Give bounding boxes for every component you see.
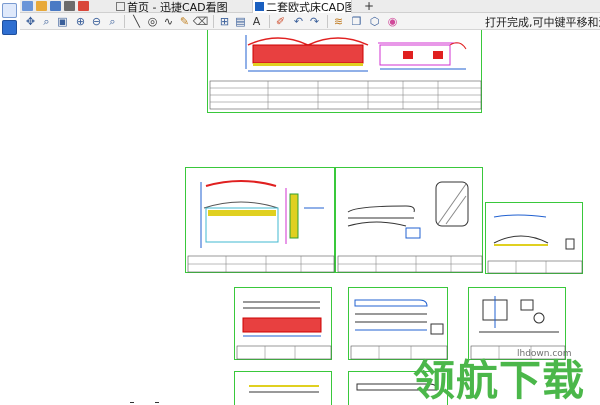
toolbar: ✥ ⌕ ▣ ⊕ ⊖ ⌕ ╲ ◎ ∿ ✎ ⌫ ⊞ ▤ A ✐ ↶ ↷ ≋ ❐ ⬡ … xyxy=(20,13,600,30)
cad-file-icon[interactable] xyxy=(2,20,17,35)
cad-viewer-window: 首页 - 迅捷CAD看图 二套欧式床CAD图 × + ✥ ⌕ ▣ ⊕ ⊖ ⌕ ╲… xyxy=(0,0,600,405)
pencil-icon[interactable]: ✎ xyxy=(178,15,191,28)
crown-detail-drawing xyxy=(487,214,583,274)
tab-home-label: 首页 - 迅捷CAD看图 xyxy=(127,0,228,14)
text-icon[interactable]: ▤ xyxy=(234,15,247,28)
circle-icon[interactable]: ◎ xyxy=(146,15,159,28)
drawing-sheet xyxy=(207,30,482,113)
drawing-sheet xyxy=(234,287,332,360)
cad-tab-icon xyxy=(255,2,264,11)
drawing-sheet xyxy=(185,167,335,273)
move-icon[interactable]: ✥ xyxy=(24,15,37,28)
headboard-front-drawing xyxy=(187,180,335,273)
watermark-text: 领航下载 xyxy=(413,356,586,405)
headboard-drawing xyxy=(209,35,482,110)
watermark: lhdown.com 领航下载 xyxy=(405,345,600,405)
zoom-in-icon[interactable]: ⊕ xyxy=(74,15,87,28)
app-menu-icon[interactable] xyxy=(2,3,17,18)
status-message: 打开完成,可中键平移和滚轮 xyxy=(485,16,600,29)
line-icon[interactable]: ╲ xyxy=(130,15,143,28)
erase-icon[interactable]: ⌫ xyxy=(193,15,209,28)
pin-icon[interactable] xyxy=(36,1,47,11)
toolbar-separator xyxy=(124,15,125,28)
stray-mark xyxy=(155,402,159,403)
tab-document[interactable]: 二套欧式床CAD图 × xyxy=(252,0,352,13)
home-icon xyxy=(116,2,125,11)
layers-icon[interactable]: ≋ xyxy=(332,15,345,28)
color-icon[interactable]: ◉ xyxy=(386,15,399,28)
drawing-sheet xyxy=(234,371,332,405)
tab-bar: 首页 - 迅捷CAD看图 二套欧式床CAD图 × + xyxy=(20,0,600,13)
print-icon[interactable] xyxy=(64,1,75,11)
save-icon[interactable] xyxy=(50,1,61,11)
redo-icon[interactable]: ↷ xyxy=(308,15,321,28)
zoom-out-icon[interactable]: ⊖ xyxy=(90,15,103,28)
undo-icon[interactable]: ↶ xyxy=(292,15,305,28)
tab-home[interactable]: 首页 - 迅捷CAD看图 xyxy=(116,0,242,13)
toolbar-separator xyxy=(327,15,328,28)
tab-document-label: 二套欧式床CAD图 xyxy=(266,0,352,14)
zoom-window-icon[interactable]: ▣ xyxy=(56,15,69,28)
text-style-icon[interactable]: A xyxy=(250,15,263,28)
drawing-sheet xyxy=(485,202,583,274)
drawing-sheet xyxy=(335,167,483,273)
new-tab-button[interactable]: + xyxy=(364,0,374,13)
stray-mark xyxy=(130,402,134,403)
polyline-icon[interactable]: ∿ xyxy=(162,15,175,28)
zoom-region-icon[interactable]: ⌕ xyxy=(40,15,53,28)
layout-icon[interactable]: ⊞ xyxy=(218,15,231,28)
zoom-fit-icon[interactable]: ⌕ xyxy=(106,15,119,28)
toolbar-separator xyxy=(213,15,214,28)
footboard-drawing xyxy=(236,301,332,360)
folder-icon[interactable] xyxy=(22,1,33,11)
partial-drawing xyxy=(249,385,319,393)
section-detail-drawing xyxy=(337,181,483,273)
pdf-icon[interactable] xyxy=(78,1,89,11)
3d-icon[interactable]: ⬡ xyxy=(368,15,381,28)
pen-icon[interactable]: ✐ xyxy=(274,15,287,28)
toolbar-separator xyxy=(269,15,270,28)
blocks-icon[interactable]: ❐ xyxy=(350,15,363,28)
left-sidebar xyxy=(0,0,21,405)
